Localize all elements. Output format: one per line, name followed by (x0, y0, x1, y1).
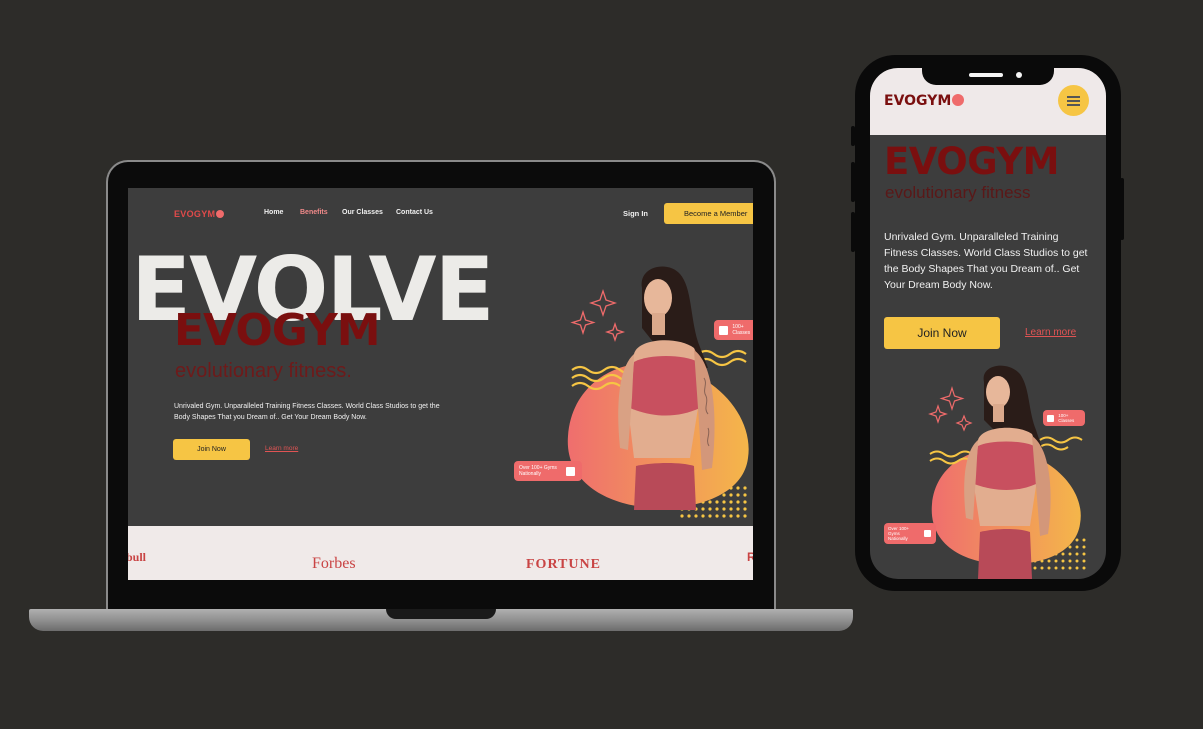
gyms-badge: Over 100+ Gyms Nationally (514, 461, 582, 481)
laptop-notch (386, 609, 496, 619)
sparkle-icon (570, 288, 626, 343)
mobile-site: EVOGYM EVOGYM evolutionary fitness Unriv… (870, 68, 1106, 579)
mobile-hero-headline: EVOGYM (884, 140, 1059, 183)
building-icon (924, 530, 932, 537)
mobile-join-now-button[interactable]: Join Now (884, 317, 1000, 349)
classes-badge: 100+ Classes (714, 320, 753, 340)
mobile-hero-woman-illustration (928, 365, 1086, 579)
calendar-icon (719, 325, 728, 335)
mobile-hero-description: Unrivaled Gym. Unparalleled Training Fit… (884, 231, 1088, 291)
nav-logo[interactable]: EVOGYM (174, 209, 225, 219)
mobile-hero-tagline: evolutionary fitness (885, 183, 1031, 202)
hamburger-icon (1067, 96, 1080, 98)
desktop-site: EVOGYM Home Benefits Our Classes Contact… (128, 188, 753, 580)
mobile-classes-badge-text: 100+ Classes (1058, 413, 1075, 423)
hero-tagline: evolutionary fitness. (175, 360, 352, 382)
mobile-logo-text: EVOGYM (884, 93, 952, 109)
mobile-learn-more-link[interactable]: Learn more (1025, 327, 1076, 338)
brand-logo-partial: R (747, 550, 753, 564)
nav-link-our-classes[interactable]: Our Classes (342, 209, 383, 216)
phone-speaker (969, 73, 1003, 77)
become-member-button[interactable]: Become a Member (664, 203, 753, 224)
hamburger-icon-line (1067, 104, 1080, 106)
brands-strip: bull Forbes FORTUNE R (128, 526, 753, 580)
building-icon (566, 466, 576, 476)
brand-logo-redbull: bull (128, 550, 147, 564)
mobile-gyms-badge-text: Over 100+ Gyms Nationally (888, 526, 910, 541)
logo-dot-icon (952, 94, 965, 106)
mobile-gyms-badge: Over 100+ Gyms Nationally (884, 523, 936, 544)
hero-description: Unrivaled Gym. Unparalleled Training Fit… (174, 403, 440, 421)
phone-camera (1016, 72, 1022, 78)
nav-link-contact-us[interactable]: Contact Us (396, 209, 433, 216)
hero-headline: EVOGYM (174, 305, 381, 356)
join-now-button[interactable]: Join Now (173, 439, 250, 460)
classes-badge-text: 100+ Classes (732, 324, 751, 336)
gyms-badge-text: Over 100+ Gyms Nationally (519, 465, 557, 477)
brand-logo-fortune: FORTUNE (526, 557, 601, 572)
hamburger-menu-button[interactable] (1058, 85, 1089, 116)
mobile-classes-badge: 100+ Classes (1043, 410, 1085, 426)
hero-woman-illustration (567, 266, 749, 518)
logo-dot-icon (216, 210, 225, 218)
nav-link-benefits[interactable]: Benefits (300, 209, 328, 216)
hamburger-icon-line (1067, 100, 1080, 102)
sparkle-icon (928, 385, 973, 432)
sign-in-link[interactable]: Sign In (623, 209, 648, 218)
mobile-logo[interactable]: EVOGYM (884, 93, 965, 109)
nav-link-home[interactable]: Home (264, 209, 283, 216)
nav-logo-text: EVOGYM (174, 209, 216, 219)
brand-logo-forbes: Forbes (312, 555, 356, 572)
learn-more-link[interactable]: Learn more (265, 445, 298, 452)
calendar-icon (1047, 414, 1054, 422)
